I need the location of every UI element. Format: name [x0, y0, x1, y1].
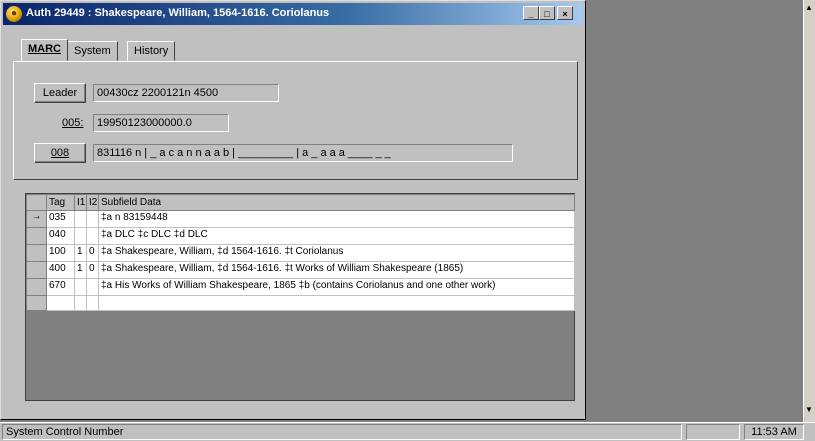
- i1-cell[interactable]: [74, 227, 87, 245]
- window-titlebar[interactable]: ● Auth 29449 : Shakespeare, William, 156…: [3, 3, 583, 25]
- table-row[interactable]: → 035 ‡a n 83159448: [26, 210, 575, 228]
- tag-cell[interactable]: 670: [46, 278, 75, 296]
- i1-cell[interactable]: [74, 295, 87, 311]
- row-selector[interactable]: [26, 227, 47, 245]
- i1-cell[interactable]: 1: [74, 261, 87, 279]
- tab-history-label: History: [134, 45, 169, 57]
- tag-cell[interactable]: 100: [46, 244, 75, 262]
- field-008-button[interactable]: 008: [34, 143, 86, 163]
- tag-cell[interactable]: [46, 295, 75, 311]
- tab-system-label: System: [74, 45, 111, 57]
- leader-button[interactable]: Leader: [34, 83, 86, 103]
- row-selector[interactable]: [26, 278, 47, 296]
- status-clock: 11:53 AM: [744, 424, 804, 440]
- subfield-cell[interactable]: ‡a Shakespeare, William, ‡d 1564-1616. ‡…: [98, 244, 575, 262]
- table-row-empty[interactable]: [26, 295, 575, 311]
- status-bar: System Control Number 11:53 AM: [0, 422, 815, 441]
- grid-header-i2[interactable]: I2: [86, 194, 99, 211]
- i2-cell[interactable]: 0: [86, 244, 99, 262]
- status-text: System Control Number: [2, 424, 682, 440]
- subfield-cell[interactable]: [98, 295, 575, 311]
- grid-header-tag[interactable]: Tag: [46, 194, 75, 211]
- grid-header-subfield-data[interactable]: Subfield Data: [98, 194, 575, 211]
- subfield-cell[interactable]: ‡a Shakespeare, William, ‡d 1564-1616. ‡…: [98, 261, 575, 279]
- scroll-down-arrow-icon[interactable]: ▼: [805, 406, 813, 414]
- grid-header-i1[interactable]: I1: [74, 194, 87, 211]
- table-row[interactable]: 670 ‡a His Works of William Shakespeare,…: [26, 278, 575, 296]
- tag-cell[interactable]: 040: [46, 227, 75, 245]
- leader-field[interactable]: 00430cz 2200121n 4500: [93, 84, 279, 102]
- i2-cell[interactable]: [86, 278, 99, 296]
- maximize-button[interactable]: □: [539, 6, 555, 20]
- variable-fields-grid: Tag I1 I2 Subfield Data → 035 ‡a n 83159…: [25, 193, 575, 401]
- field-008-value[interactable]: 831116 n | _ a c a n n a a b | _________…: [93, 144, 513, 162]
- tab-system[interactable]: System: [67, 41, 118, 61]
- subfield-cell[interactable]: ‡a DLC ‡c DLC ‡d DLC: [98, 227, 575, 245]
- table-row[interactable]: 400 1 0 ‡a Shakespeare, William, ‡d 1564…: [26, 261, 575, 279]
- marc-fixed-fields-panel: Leader 00430cz 2200121n 4500 005: 199501…: [13, 61, 578, 180]
- close-button[interactable]: ×: [557, 6, 573, 20]
- field-005-value[interactable]: 19950123000000.0: [93, 114, 229, 132]
- tag-cell[interactable]: 035: [46, 210, 75, 228]
- i1-cell[interactable]: [74, 210, 87, 228]
- row-selector[interactable]: [26, 244, 47, 262]
- window-title: Auth 29449 : Shakespeare, William, 1564-…: [26, 7, 330, 19]
- i1-cell[interactable]: 1: [74, 244, 87, 262]
- row-selector[interactable]: [26, 295, 47, 311]
- row-selector-arrow-icon[interactable]: →: [26, 210, 47, 228]
- minimize-button[interactable]: _: [523, 6, 539, 20]
- i2-cell[interactable]: 0: [86, 261, 99, 279]
- field-005-label: 005:: [62, 117, 84, 129]
- i2-cell[interactable]: [86, 210, 99, 228]
- row-selector[interactable]: [26, 261, 47, 279]
- table-row[interactable]: 040 ‡a DLC ‡c DLC ‡d DLC: [26, 227, 575, 245]
- i2-cell[interactable]: [86, 227, 99, 245]
- scroll-up-arrow-icon[interactable]: ▲: [805, 4, 813, 12]
- tab-marc[interactable]: MARC: [21, 39, 68, 61]
- status-empty-panel: [686, 424, 740, 440]
- subfield-cell[interactable]: ‡a n 83159448: [98, 210, 575, 228]
- grid-header-selector: [26, 194, 47, 211]
- table-row[interactable]: 100 1 0 ‡a Shakespeare, William, ‡d 1564…: [26, 244, 575, 262]
- i2-cell[interactable]: [86, 295, 99, 311]
- authority-record-window: ● Auth 29449 : Shakespeare, William, 156…: [0, 0, 586, 420]
- tab-history[interactable]: History: [127, 41, 176, 61]
- tab-marc-label: MARC: [28, 43, 61, 55]
- mdi-workspace: ● Auth 29449 : Shakespeare, William, 156…: [0, 0, 803, 422]
- i1-cell[interactable]: [74, 278, 87, 296]
- app-globe-icon: ●: [6, 6, 22, 22]
- tag-cell[interactable]: 400: [46, 261, 75, 279]
- subfield-cell[interactable]: ‡a His Works of William Shakespeare, 186…: [98, 278, 575, 296]
- vertical-scrollbar[interactable]: ▲ ▼: [803, 0, 815, 422]
